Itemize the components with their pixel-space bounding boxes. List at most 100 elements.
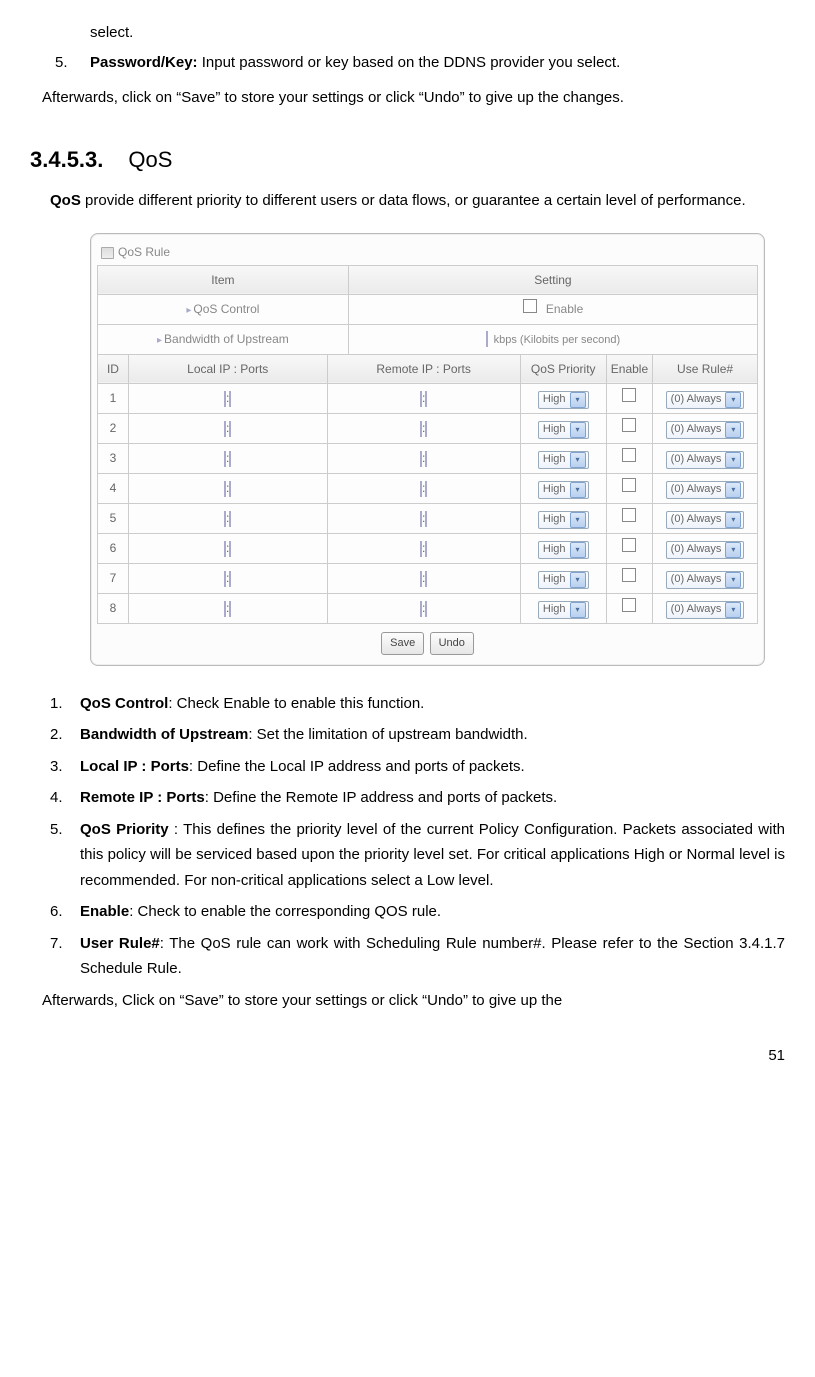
rule-select[interactable]: (0) Always▾ (666, 511, 745, 529)
remote-ip-input[interactable] (420, 601, 422, 617)
local-port-input[interactable] (229, 571, 231, 587)
remote-ip-input[interactable] (420, 511, 422, 527)
list-item-bold: Enable (80, 903, 129, 920)
priority-select[interactable]: High▾ (538, 541, 589, 559)
priority-select[interactable]: High▾ (538, 391, 589, 409)
rule-select[interactable]: (0) Always▾ (666, 601, 745, 619)
local-ip-input[interactable] (224, 571, 226, 587)
list-item-rest: : Check Enable to enable this function. (168, 695, 424, 712)
row-enable-checkbox[interactable] (622, 388, 636, 402)
local-ip-input[interactable] (224, 451, 226, 467)
local-port-input[interactable] (229, 541, 231, 557)
local-ip-input[interactable] (224, 481, 226, 497)
priority-select[interactable]: High▾ (538, 511, 589, 529)
qos-rule-panel: QoS Rule Item Setting ▸QoS Control Enabl… (90, 233, 765, 665)
priority-select[interactable]: High▾ (538, 571, 589, 589)
list-item-text: QoS Priority : This defines the priority… (80, 817, 785, 894)
list-item: 6.Enable: Check to enable the correspond… (42, 899, 785, 925)
local-port-input[interactable] (229, 511, 231, 527)
list-item-text: QoS Control: Check Enable to enable this… (80, 691, 785, 717)
list-item: 3.Local IP : Ports: Define the Local IP … (42, 754, 785, 780)
save-button[interactable]: Save (381, 632, 424, 655)
row-enable-checkbox[interactable] (622, 538, 636, 552)
priority-select[interactable]: High▾ (538, 481, 589, 499)
local-ip-input[interactable] (224, 421, 226, 437)
local-ip-input[interactable] (224, 541, 226, 557)
chevron-down-icon: ▾ (725, 512, 741, 528)
local-port-input[interactable] (229, 421, 231, 437)
rule-select[interactable]: (0) Always▾ (666, 481, 745, 499)
list-item-text: Local IP : Ports: Define the Local IP ad… (80, 754, 785, 780)
row-id: 6 (98, 534, 129, 564)
row-id: 3 (98, 444, 129, 474)
remote-port-input[interactable] (425, 571, 427, 587)
priority-select[interactable]: High▾ (538, 601, 589, 619)
remote-port-input[interactable] (425, 601, 427, 617)
enable-cell (606, 594, 652, 624)
remote-ip-input[interactable] (420, 391, 422, 407)
local-ip-input[interactable] (224, 511, 226, 527)
table-row: 1 : : High▾(0) Always▾ (98, 383, 758, 413)
table-row: 2 : : High▾(0) Always▾ (98, 413, 758, 443)
remote-port-input[interactable] (425, 481, 427, 497)
local-port-input[interactable] (229, 601, 231, 617)
priority-select[interactable]: High▾ (538, 451, 589, 469)
local-port-input[interactable] (229, 451, 231, 467)
rule-select[interactable]: (0) Always▾ (666, 541, 745, 559)
rule-select[interactable]: (0) Always▾ (666, 451, 745, 469)
row-enable-checkbox[interactable] (622, 418, 636, 432)
qos-rules-table: ID Local IP : Ports Remote IP : Ports Qo… (97, 354, 758, 625)
rule-select[interactable]: (0) Always▾ (666, 391, 745, 409)
remote-ip-input[interactable] (420, 571, 422, 587)
row-enable-checkbox[interactable] (622, 508, 636, 522)
row-enable-checkbox[interactable] (622, 478, 636, 492)
row-enable-checkbox[interactable] (622, 448, 636, 462)
table-row: 5 : : High▾(0) Always▾ (98, 504, 758, 534)
qos-rule-title-bar: QoS Rule (97, 240, 758, 264)
row-qos-control-value: Enable (348, 295, 757, 324)
remote-port-input[interactable] (425, 511, 427, 527)
row-id: 1 (98, 383, 129, 413)
priority-cell: High▾ (520, 444, 606, 474)
local-port-input[interactable] (229, 391, 231, 407)
list-item: 5.QoS Priority : This defines the priori… (42, 817, 785, 894)
row-id: 8 (98, 594, 129, 624)
remote-ip-input[interactable] (420, 481, 422, 497)
table-row: 3 : : High▾(0) Always▾ (98, 444, 758, 474)
row-enable-checkbox[interactable] (622, 568, 636, 582)
list-item: 2.Bandwidth of Upstream: Set the limitat… (42, 722, 785, 748)
local-ip-input[interactable] (224, 601, 226, 617)
remote-ip-input[interactable] (420, 451, 422, 467)
remote-port-input[interactable] (425, 541, 427, 557)
undo-button[interactable]: Undo (430, 632, 474, 655)
chevron-down-icon: ▾ (570, 482, 586, 498)
remote-ip-input[interactable] (420, 541, 422, 557)
local-ip-input[interactable] (224, 391, 226, 407)
enable-label: Enable (546, 302, 583, 316)
row-enable-checkbox[interactable] (622, 598, 636, 612)
chevron-down-icon: ▾ (725, 452, 741, 468)
rule-cell: (0) Always▾ (653, 413, 758, 443)
row-bandwidth-label: ▸Bandwidth of Upstream (98, 324, 349, 354)
rule-select[interactable]: (0) Always▾ (666, 421, 745, 439)
list-item-rest: : Check to enable the corresponding QOS … (129, 903, 441, 920)
list-item-rest: : Define the Remote IP address and ports… (205, 789, 557, 806)
qos-enable-checkbox[interactable] (523, 299, 537, 313)
priority-cell: High▾ (520, 383, 606, 413)
rule-cell: (0) Always▾ (653, 444, 758, 474)
remote-ip-input[interactable] (420, 421, 422, 437)
list-item-number: 5. (42, 817, 80, 894)
remote-port-input[interactable] (425, 421, 427, 437)
remote-ip-cell: : (327, 474, 520, 504)
local-port-input[interactable] (229, 481, 231, 497)
row-bandwidth-value: kbps (Kilobits per second) (348, 324, 757, 354)
remote-port-input[interactable] (425, 451, 427, 467)
rule-select[interactable]: (0) Always▾ (666, 571, 745, 589)
list-item-bold: QoS Control (80, 695, 168, 712)
rule-cell: (0) Always▾ (653, 594, 758, 624)
priority-select[interactable]: High▾ (538, 421, 589, 439)
priority-cell: High▾ (520, 534, 606, 564)
panel-icon (101, 247, 114, 259)
list-item-text: Enable: Check to enable the correspondin… (80, 899, 785, 925)
remote-port-input[interactable] (425, 391, 427, 407)
